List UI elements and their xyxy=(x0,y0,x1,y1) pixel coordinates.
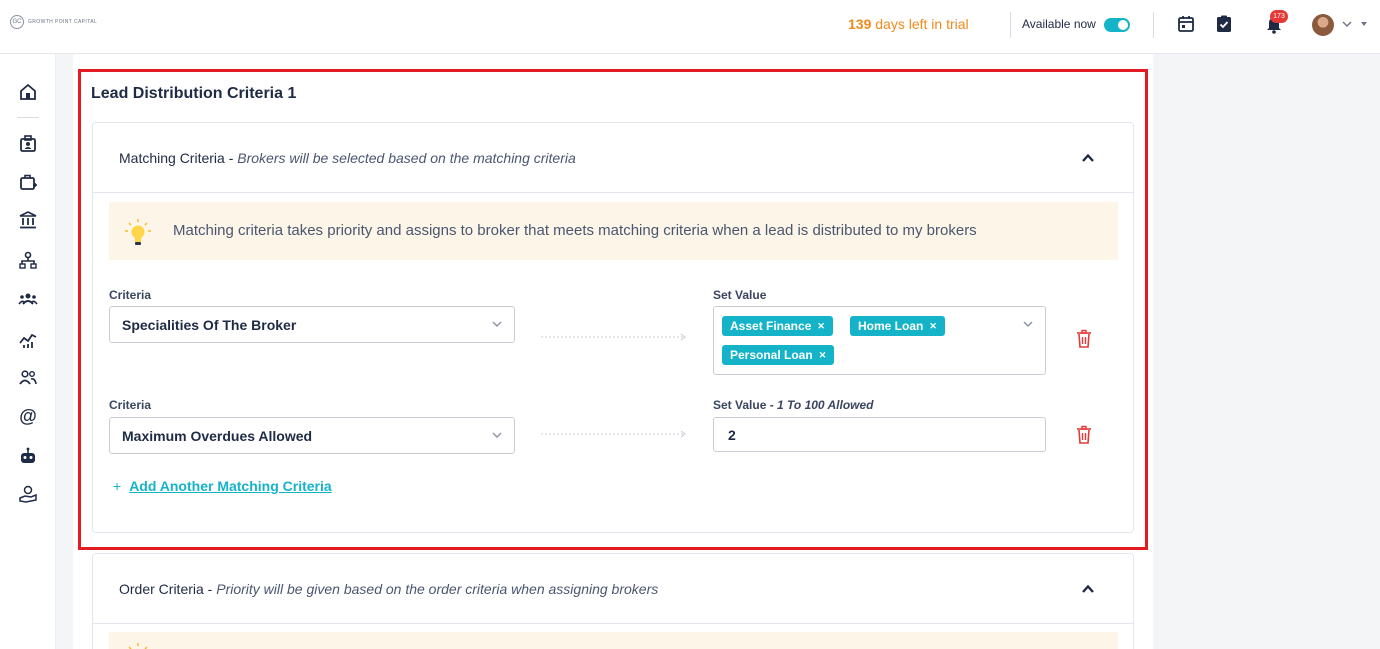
sidebar-divider xyxy=(17,117,39,118)
notification-badge: 173 xyxy=(1270,10,1288,23)
calendar-icon[interactable] xyxy=(1176,14,1196,34)
trial-status: 139 days left in trial xyxy=(848,16,969,32)
order-title: Order Criteria - xyxy=(119,581,217,597)
order-criteria-header[interactable]: Order Criteria - Priority will be given … xyxy=(93,554,1133,624)
money-hand-icon[interactable] xyxy=(18,484,38,504)
divider xyxy=(1010,12,1011,38)
avatar[interactable] xyxy=(1312,14,1334,36)
order-criteria-card: Order Criteria - Priority will be given … xyxy=(92,553,1134,649)
availability-toggle[interactable] xyxy=(1104,18,1130,32)
logo-mark: GC xyxy=(10,15,24,29)
analytics-icon[interactable] xyxy=(18,329,38,349)
bank-icon[interactable] xyxy=(18,210,38,230)
order-tip-box xyxy=(109,632,1118,649)
hierarchy-icon[interactable] xyxy=(18,250,38,270)
highlight-frame xyxy=(78,69,1148,550)
top-bar: GC GROWTH POINT CAPITAL 139 days left in… xyxy=(0,0,1380,54)
brand-logo[interactable]: GC GROWTH POINT CAPITAL xyxy=(10,15,97,29)
caret-down-icon[interactable] xyxy=(1360,20,1368,28)
order-subtitle: Priority will be given based on the orde… xyxy=(216,581,659,597)
briefcase-add-icon[interactable] xyxy=(18,172,38,192)
home-icon[interactable] xyxy=(18,82,38,102)
availability-label: Available now xyxy=(1022,17,1096,31)
sidebar: @ xyxy=(0,54,56,649)
brand-name: GROWTH POINT CAPITAL xyxy=(28,19,98,25)
tasks-check-icon[interactable] xyxy=(1214,14,1234,34)
users-icon[interactable] xyxy=(18,368,38,388)
trial-days: 139 xyxy=(848,16,872,32)
lightbulb-icon xyxy=(128,643,148,649)
robot-icon[interactable] xyxy=(18,446,38,466)
team-icon[interactable] xyxy=(18,289,38,309)
broker-badge-icon[interactable] xyxy=(18,134,38,154)
order-criteria-title: Order Criteria - Priority will be given … xyxy=(119,581,658,597)
divider xyxy=(1153,12,1154,38)
at-sign-icon[interactable]: @ xyxy=(18,406,38,426)
trial-text: days left in trial xyxy=(871,16,969,32)
chevron-up-icon[interactable] xyxy=(1081,582,1095,596)
chevron-down-icon[interactable] xyxy=(1342,20,1352,28)
